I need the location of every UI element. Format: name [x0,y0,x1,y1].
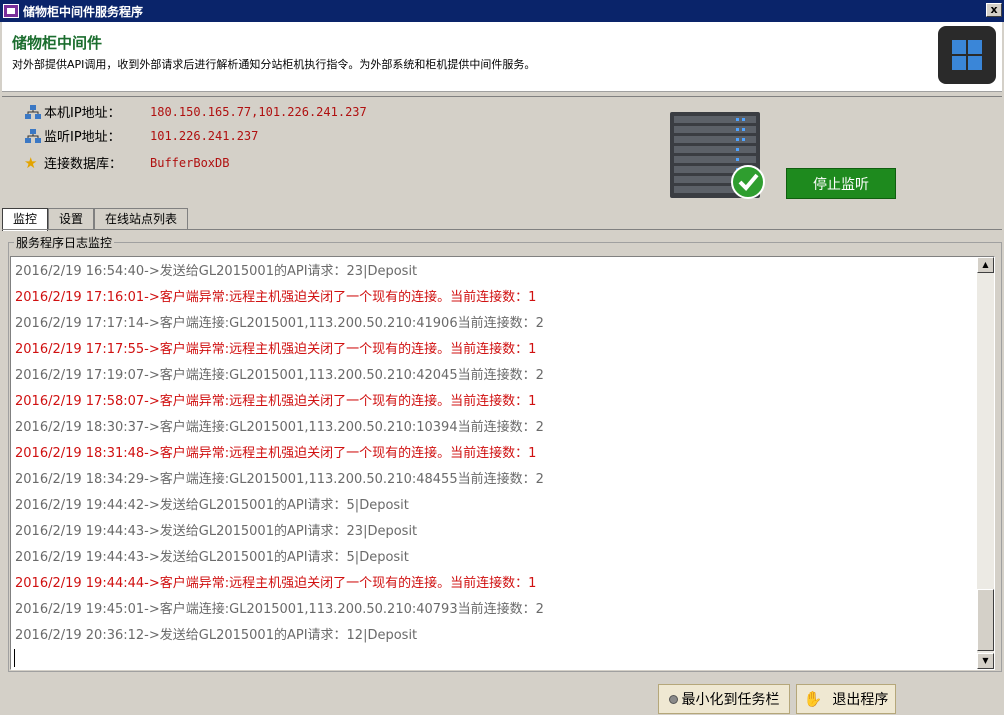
network-icon [25,128,41,143]
database-label: 连接数据库： [44,157,123,172]
window-title: 储物柜中间件服务程序 [23,4,144,19]
exit-icon: ✋ [803,690,823,708]
local-ip-row: 本机IP地址： 180.150.165.77,101.226.241.237 [24,102,367,121]
listen-ip-row: 监听IP地址： 101.226.241.237 [24,126,258,145]
minimize-to-tray-button[interactable]: 最小化到任务栏 [658,684,790,714]
listen-ip-label: 监听IP地址： [44,130,121,145]
radio-dot-icon [668,694,678,704]
log-textbox[interactable]: 2016/2/19 16:54:40->发送给GL2015001的API请求：2… [10,256,995,670]
database-value: BufferBoxDB [150,155,230,170]
log-group-title: 服务程序日志监控 [14,234,115,251]
log-line: 2016/2/19 19:44:42->发送给GL2015001的API请求：5… [15,498,409,513]
scroll-up-icon[interactable]: ▲ [977,257,994,273]
header-title: 储物柜中间件 [12,34,103,52]
log-line: 2016/2/19 17:17:14->客户端连接:GL2015001,113.… [15,316,544,331]
vertical-scrollbar[interactable]: ▲ ▼ [977,257,994,669]
log-line: 2016/2/19 19:44:44->客户端异常:远程主机强迫关闭了一个现有的… [15,576,537,591]
tab-online-sites[interactable]: 在线站点列表 [94,208,189,230]
log-line: 2016/2/19 16:54:40->发送给GL2015001的API请求：2… [15,264,418,279]
database-row: ★ 连接数据库： BufferBoxDB [24,153,230,173]
local-ip-value: 180.150.165.77,101.226.241.237 [150,104,367,119]
minimize-to-tray-label: 最小化到任务栏 [681,692,780,708]
stop-listen-button[interactable]: 停止监听 [786,168,896,199]
log-line: 2016/2/19 19:44:43->发送给GL2015001的API请求：5… [15,550,409,565]
star-icon: ★ [24,153,38,172]
header-description: 对外部提供API调用，收到外部请求后进行解析通知分站柜机执行指令。为外部系统和柜… [12,58,536,71]
exit-program-label: 退出程序 [832,692,889,708]
tab-settings[interactable]: 设置 [48,208,95,230]
log-line: 2016/2/19 19:44:43->发送给GL2015001的API请求：2… [15,524,418,539]
log-line: 2016/2/19 19:45:01->客户端连接:GL2015001,113.… [15,602,544,617]
log-line: 2016/2/19 18:34:29->客户端连接:GL2015001,113.… [15,472,544,487]
log-line: 2016/2/19 17:16:01->客户端异常:远程主机强迫关闭了一个现有的… [15,290,537,305]
local-ip-label: 本机IP地址： [44,106,121,121]
log-line: 2016/2/19 18:31:48->客户端异常:远程主机强迫关闭了一个现有的… [15,446,537,461]
window-titlebar: 储物柜中间件服务程序 x [0,0,1004,22]
header-banner: 储物柜中间件 对外部提供API调用，收到外部请求后进行解析通知分站柜机执行指令。… [2,22,1002,92]
text-caret [14,649,15,667]
app-logo-icon [938,26,996,84]
scroll-thumb[interactable] [977,589,994,651]
server-ok-icon [670,112,765,199]
listen-ip-value: 101.226.241.237 [150,128,259,143]
log-line: 2016/2/19 18:30:37->客户端连接:GL2015001,113.… [15,420,544,435]
log-lines: 2016/2/19 16:54:40->发送给GL2015001的API请求：2… [15,259,975,649]
tab-monitor[interactable]: 监控 [2,208,49,231]
log-line: 2016/2/19 17:58:07->客户端异常:远程主机强迫关闭了一个现有的… [15,394,537,409]
log-line: 2016/2/19 17:17:55->客户端异常:远程主机强迫关闭了一个现有的… [15,342,537,357]
network-icon [25,104,41,119]
scroll-down-icon[interactable]: ▼ [977,653,994,669]
app-icon [3,4,19,18]
exit-program-button[interactable]: ✋ 退出程序 [796,684,896,714]
log-line: 2016/2/19 20:36:12->发送给GL2015001的API请求：1… [15,628,418,643]
tab-strip: 监控 设置 在线站点列表 [2,208,189,231]
close-button[interactable]: x [986,3,1002,17]
log-line: 2016/2/19 17:19:07->客户端连接:GL2015001,113.… [15,368,544,383]
